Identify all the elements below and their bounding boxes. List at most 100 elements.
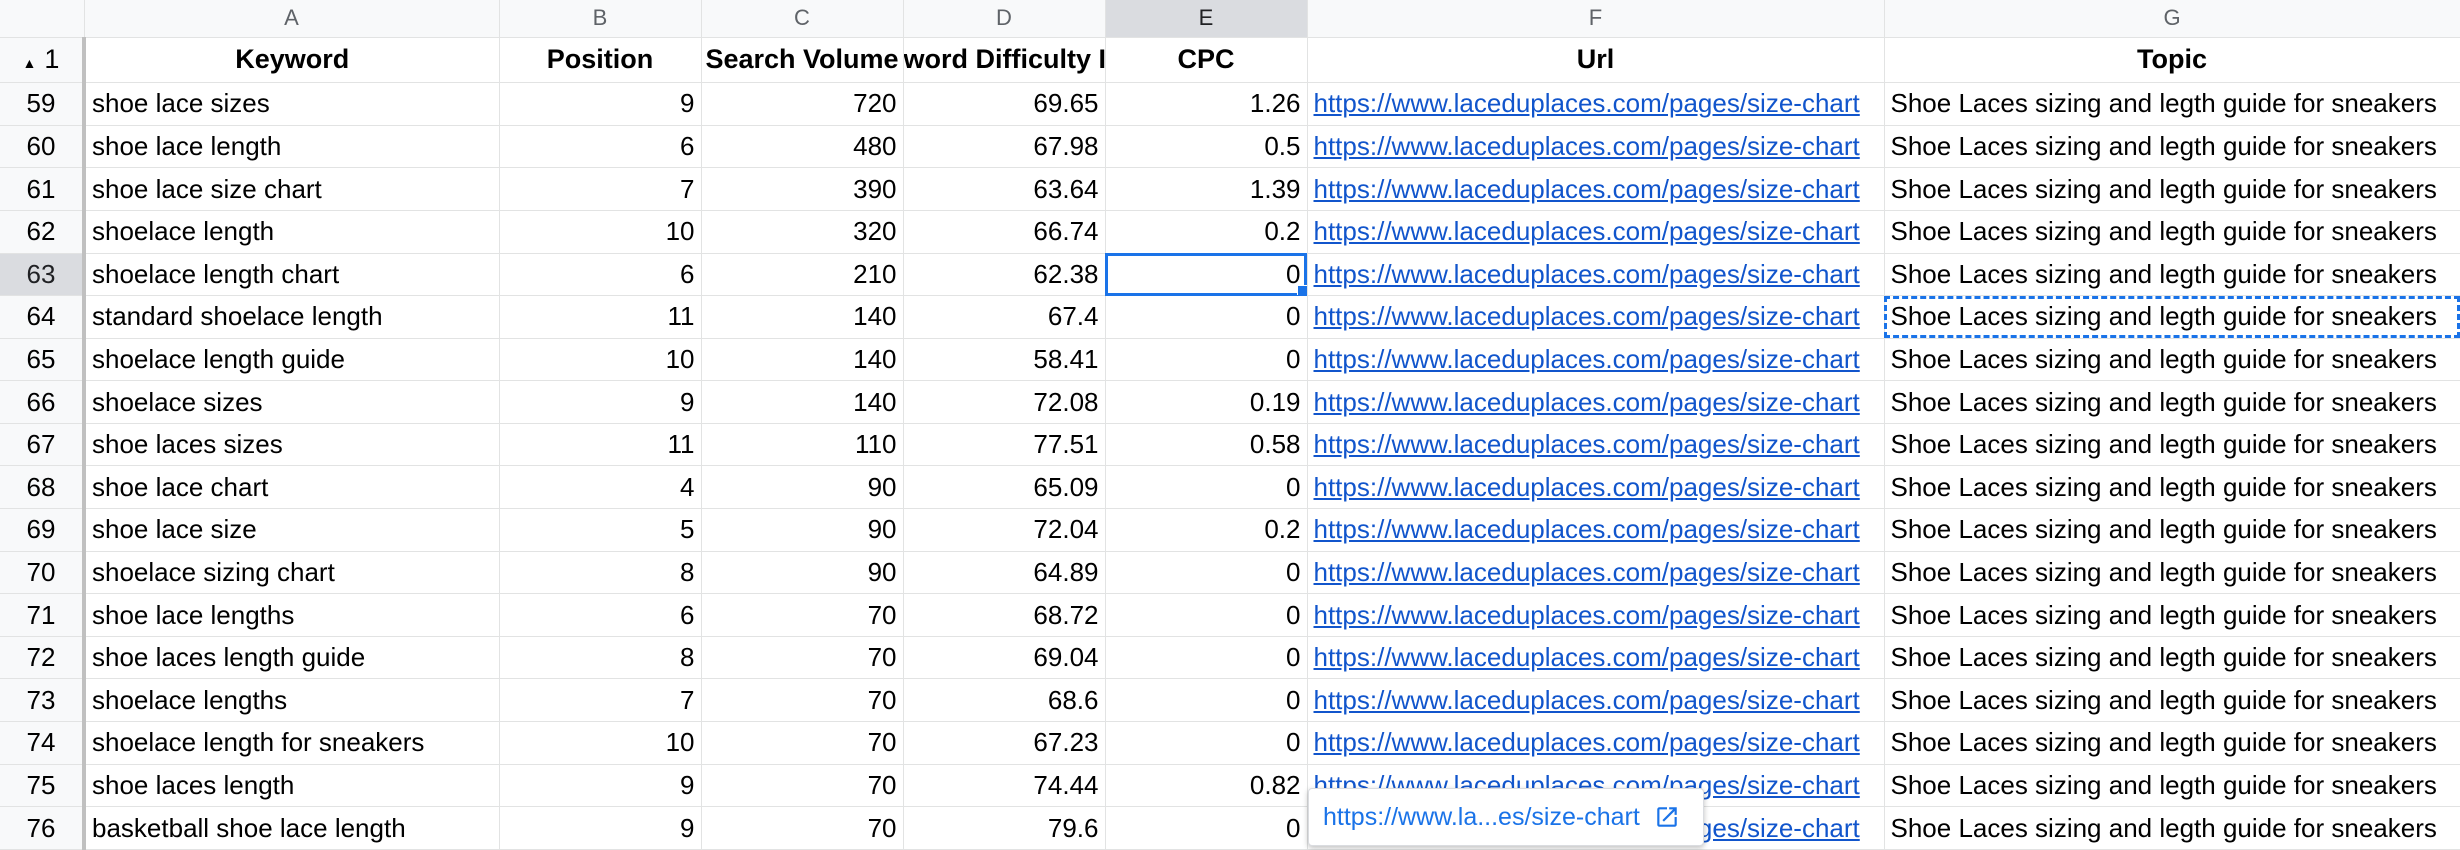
url-link[interactable]: https://www.laceduplaces.com/pages/size-… <box>1314 472 1860 502</box>
cell-d[interactable]: 64.89 <box>903 551 1106 595</box>
row-number[interactable]: 73 <box>0 678 86 723</box>
cell-e[interactable]: 1.26 <box>1105 82 1308 126</box>
url-link[interactable]: https://www.laceduplaces.com/pages/size-… <box>1314 514 1860 544</box>
cell-a[interactable]: shoe laces sizes <box>84 423 500 467</box>
cell-a[interactable]: standard shoelace length <box>84 295 500 339</box>
cell-b[interactable]: 6 <box>499 125 702 169</box>
cell-f[interactable]: https://www.laceduplaces.com/pages/size-… <box>1307 125 1885 169</box>
cell-g[interactable]: Shoe Laces sizing and legth guide for sn… <box>1884 210 2460 254</box>
cell-f[interactable]: https://www.laceduplaces.com/pages/size-… <box>1307 380 1885 424</box>
url-link[interactable]: https://www.laceduplaces.com/pages/size-… <box>1314 344 1860 374</box>
cell-c[interactable]: 390 <box>701 167 904 211</box>
cell-e[interactable]: 0 <box>1105 465 1308 510</box>
fill-handle[interactable] <box>1296 285 1306 295</box>
cell-d[interactable]: 77.51 <box>903 423 1106 467</box>
cell-a[interactable]: shoelace lengths <box>84 678 500 723</box>
cell-d[interactable]: 68.72 <box>903 593 1106 637</box>
url-link[interactable]: https://www.laceduplaces.com/pages/size-… <box>1314 600 1860 630</box>
cell-b[interactable]: 9 <box>499 82 702 126</box>
row-number[interactable]: 64 <box>0 295 86 339</box>
row-number[interactable]: 62 <box>0 210 86 254</box>
cell-d[interactable]: 67.98 <box>903 125 1106 169</box>
header-cell-b[interactable]: Position <box>499 37 702 84</box>
cell-a[interactable]: shoelace length for sneakers <box>84 721 500 765</box>
cell-a[interactable]: shoelace length <box>84 210 500 254</box>
cell-e[interactable]: 0 <box>1105 593 1308 637</box>
column-letter-e[interactable]: E <box>1105 0 1308 38</box>
cell-b[interactable]: 9 <box>499 380 702 424</box>
cell-e[interactable]: 0.5 <box>1105 125 1308 169</box>
row-number[interactable]: 76 <box>0 806 86 850</box>
row-number[interactable]: 67 <box>0 423 86 467</box>
cell-a[interactable]: shoe lace chart <box>84 465 500 510</box>
cell-a[interactable]: shoe laces length guide <box>84 636 500 680</box>
cell-b[interactable]: 8 <box>499 551 702 595</box>
cell-c[interactable]: 480 <box>701 125 904 169</box>
cell-g[interactable]: Shoe Laces sizing and legth guide for sn… <box>1884 678 2460 723</box>
cell-f[interactable]: https://www.laceduplaces.com/pages/size-… <box>1307 82 1885 126</box>
cell-c[interactable]: 720 <box>701 82 904 126</box>
cell-d[interactable]: 65.09 <box>903 465 1106 510</box>
row-number[interactable]: 71 <box>0 593 86 637</box>
cell-d[interactable]: 72.08 <box>903 380 1106 424</box>
row-number[interactable]: 65 <box>0 338 86 382</box>
cell-c[interactable]: 320 <box>701 210 904 254</box>
cell-g[interactable]: Shoe Laces sizing and legth guide for sn… <box>1884 465 2460 510</box>
url-link[interactable]: https://www.laceduplaces.com/pages/size-… <box>1314 642 1860 672</box>
cell-f[interactable]: https://www.laceduplaces.com/pages/size-… <box>1307 253 1885 297</box>
cell-g[interactable]: Shoe Laces sizing and legth guide for sn… <box>1884 764 2460 808</box>
cell-d[interactable]: 67.23 <box>903 721 1106 765</box>
cell-a[interactable]: basketball shoe lace length <box>84 806 500 850</box>
cell-b[interactable]: 9 <box>499 764 702 808</box>
row-number-1[interactable]: ▲ 1 <box>0 37 86 84</box>
url-link[interactable]: https://www.laceduplaces.com/pages/size-… <box>1314 88 1860 118</box>
cell-a[interactable]: shoe lace sizes <box>84 82 500 126</box>
column-letter-g[interactable]: G <box>1884 0 2460 38</box>
cell-a[interactable]: shoe lace length <box>84 125 500 169</box>
cell-g[interactable]: Shoe Laces sizing and legth guide for sn… <box>1884 125 2460 169</box>
cell-f[interactable]: https://www.laceduplaces.com/pages/size-… <box>1307 465 1885 510</box>
open-in-new-icon[interactable] <box>1654 804 1680 830</box>
url-link[interactable]: https://www.laceduplaces.com/pages/size-… <box>1314 685 1860 715</box>
cell-c[interactable]: 70 <box>701 593 904 637</box>
column-letter-f[interactable]: F <box>1307 0 1885 38</box>
url-link[interactable]: https://www.laceduplaces.com/pages/size-… <box>1314 259 1860 289</box>
cell-e[interactable]: 0 <box>1105 636 1308 680</box>
cell-d[interactable]: 74.44 <box>903 764 1106 808</box>
cell-g[interactable]: Shoe Laces sizing and legth guide for sn… <box>1884 636 2460 680</box>
cell-c[interactable]: 110 <box>701 423 904 467</box>
row-number[interactable]: 61 <box>0 167 86 211</box>
cell-a[interactable]: shoelace length chart <box>84 253 500 297</box>
cell-b[interactable]: 9 <box>499 806 702 850</box>
url-link[interactable]: https://www.laceduplaces.com/pages/size-… <box>1314 727 1860 757</box>
header-cell-f[interactable]: Url <box>1307 37 1885 84</box>
cell-c[interactable]: 210 <box>701 253 904 297</box>
cell-f[interactable]: https://www.laceduplaces.com/pages/size-… <box>1307 210 1885 254</box>
cell-a[interactable]: shoe lace size <box>84 508 500 552</box>
cell-g[interactable]: Shoe Laces sizing and legth guide for sn… <box>1884 253 2460 297</box>
cell-c[interactable]: 140 <box>701 380 904 424</box>
cell-a[interactable]: shoe laces length <box>84 764 500 808</box>
cell-e[interactable]: 0 <box>1105 551 1308 595</box>
cell-e[interactable]: 0.19 <box>1105 380 1308 424</box>
url-link[interactable]: https://www.laceduplaces.com/pages/size-… <box>1314 387 1860 417</box>
row-number[interactable]: 75 <box>0 764 86 808</box>
cell-d[interactable]: 69.04 <box>903 636 1106 680</box>
cell-f[interactable]: https://www.laceduplaces.com/pages/size-… <box>1307 721 1885 765</box>
row-number[interactable]: 63 <box>0 253 86 297</box>
cell-g[interactable]: Shoe Laces sizing and legth guide for sn… <box>1884 380 2460 424</box>
row-number[interactable]: 72 <box>0 636 86 680</box>
url-link[interactable]: https://www.laceduplaces.com/pages/size-… <box>1314 429 1860 459</box>
cell-f[interactable]: https://www.laceduplaces.com/pages/size-… <box>1307 636 1885 680</box>
cell-c[interactable]: 70 <box>701 636 904 680</box>
cell-a[interactable]: shoelace sizes <box>84 380 500 424</box>
cell-a[interactable]: shoe lace size chart <box>84 167 500 211</box>
cell-e[interactable]: 0.2 <box>1105 508 1308 552</box>
cell-a[interactable]: shoelace length guide <box>84 338 500 382</box>
cell-e[interactable]: 0 <box>1105 678 1308 723</box>
select-all-corner[interactable] <box>0 0 85 38</box>
url-link[interactable]: https://www.laceduplaces.com/pages/size-… <box>1314 174 1860 204</box>
cell-d[interactable]: 69.65 <box>903 82 1106 126</box>
row-number[interactable]: 66 <box>0 380 86 424</box>
url-link[interactable]: https://www.laceduplaces.com/pages/size-… <box>1314 131 1860 161</box>
